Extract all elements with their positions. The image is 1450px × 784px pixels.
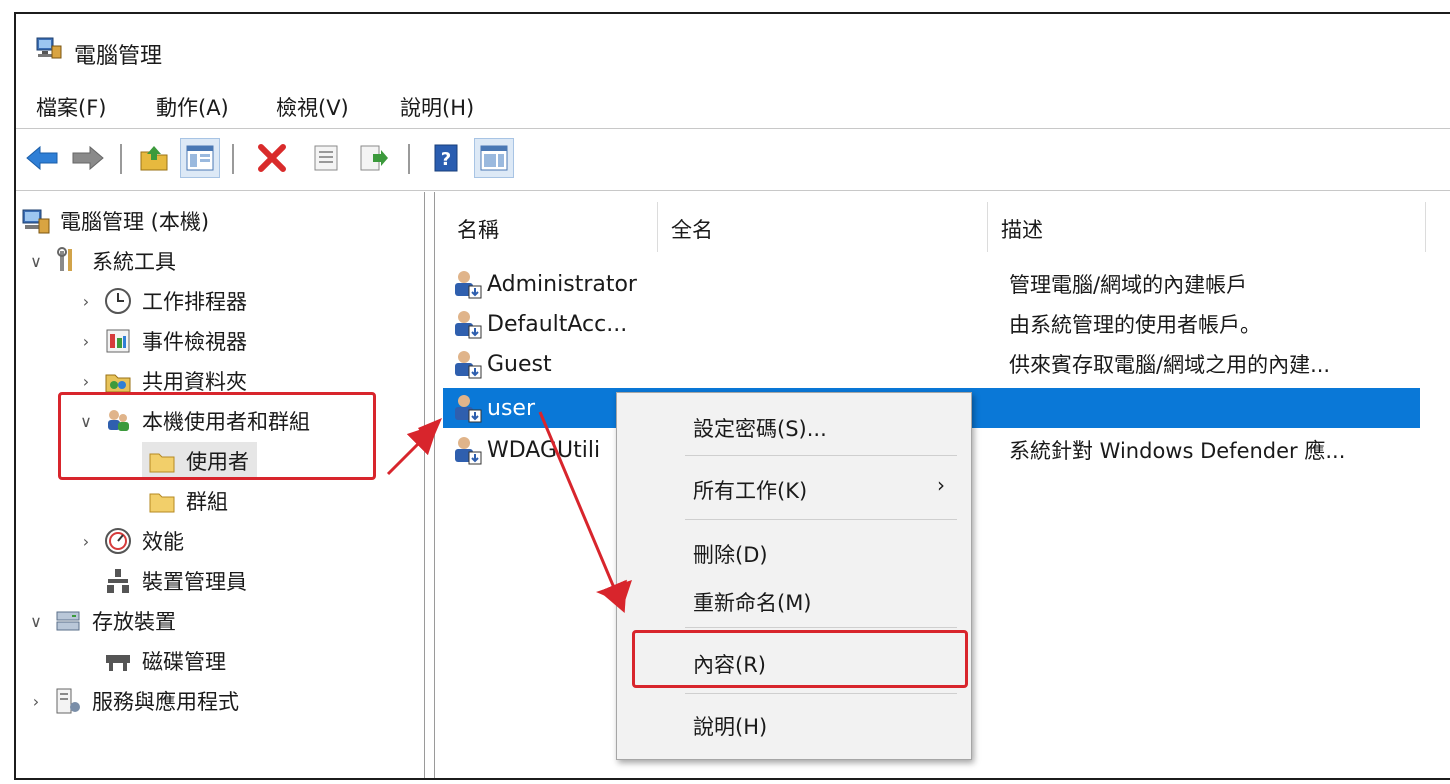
tree-item-storage[interactable]: ∨ 存放裝置 bbox=[26, 602, 176, 640]
menu-help[interactable]: 說明(H) bbox=[396, 90, 478, 124]
shared-folder-icon bbox=[105, 374, 131, 393]
table-row[interactable]: DefaultAcc... 由系統管理的使用者帳戶。 bbox=[443, 304, 1420, 344]
toolbar: ? bbox=[16, 130, 1450, 190]
context-menu: 設定密碼(S)... 所有工作(K) › 刪除(D) 重新命名(M) 內容(R)… bbox=[616, 392, 972, 760]
user-name: DefaultAcc... bbox=[487, 311, 628, 337]
chevron-right-icon[interactable]: › bbox=[76, 532, 96, 551]
chevron-right-icon[interactable]: › bbox=[26, 692, 46, 711]
user-account-icon bbox=[455, 311, 482, 339]
chevron-right-icon[interactable]: › bbox=[76, 332, 96, 351]
tree-item-label: 群組 bbox=[186, 490, 228, 514]
toolbar-separator bbox=[232, 144, 234, 174]
folder-icon bbox=[149, 493, 175, 513]
user-account-icon bbox=[455, 351, 482, 379]
menu-bar: 檔案(F) 動作(A) 檢視(V) 說明(H) bbox=[16, 90, 1450, 124]
console-tree-pane: 電腦管理 (本機) ∨ 系統工具 › 工作排程器 › 事件檢視器 › 共用資料夾… bbox=[16, 192, 425, 778]
disk-management-icon bbox=[106, 655, 130, 671]
device-manager-icon bbox=[107, 569, 129, 593]
menu-item-rename[interactable]: 重新命名(M) bbox=[693, 587, 812, 617]
highlight-box bbox=[632, 630, 968, 688]
tree-item-label: 裝置管理員 bbox=[142, 570, 247, 594]
show-hide-tree-icon[interactable] bbox=[180, 138, 220, 178]
window-title: 電腦管理 bbox=[74, 44, 163, 69]
user-description: 供來賓存取電腦/網域之用的內建... bbox=[1009, 353, 1331, 377]
tree-item-label: 電腦管理 (本機) bbox=[60, 210, 210, 234]
clock-icon bbox=[105, 288, 131, 314]
forward-icon[interactable] bbox=[68, 138, 108, 178]
table-row[interactable]: Administrator 管理電腦/網域的內建帳戶 bbox=[443, 264, 1420, 304]
properties-icon[interactable] bbox=[306, 138, 346, 178]
menu-item-all-tasks[interactable]: 所有工作(K) bbox=[693, 475, 807, 505]
delete-icon[interactable] bbox=[252, 138, 292, 178]
chevron-down-icon[interactable]: ∨ bbox=[26, 612, 46, 631]
computer-management-icon bbox=[22, 209, 50, 234]
column-header-name[interactable]: 名稱 bbox=[457, 214, 499, 244]
menu-separator bbox=[685, 627, 957, 628]
back-icon[interactable] bbox=[22, 138, 62, 178]
column-header-description[interactable]: 描述 bbox=[1001, 214, 1043, 244]
menu-file[interactable]: 檔案(F) bbox=[32, 90, 110, 124]
tree-item-label: 效能 bbox=[142, 530, 184, 554]
user-name: Guest bbox=[487, 351, 552, 377]
toolbar-separator bbox=[120, 144, 122, 174]
menu-item-delete[interactable]: 刪除(D) bbox=[693, 539, 768, 569]
tree-item-label: 磁碟管理 bbox=[142, 650, 226, 674]
tree-item-task-scheduler[interactable]: › 工作排程器 bbox=[76, 282, 247, 320]
export-list-icon[interactable] bbox=[354, 138, 394, 178]
menu-separator bbox=[685, 519, 957, 520]
tree-item-system-tools[interactable]: ∨ 系統工具 bbox=[26, 242, 176, 280]
tree-item-label: 事件檢視器 bbox=[142, 330, 247, 354]
chevron-down-icon[interactable]: ∨ bbox=[26, 252, 46, 271]
user-description: 系統針對 Windows Defender 應... bbox=[1009, 439, 1346, 463]
user-name: WDAGUtili bbox=[487, 437, 601, 463]
user-account-icon bbox=[455, 271, 482, 299]
tree-item-disk-management[interactable]: 磁碟管理 bbox=[104, 642, 226, 680]
column-header-full-name[interactable]: 全名 bbox=[671, 214, 713, 244]
event-viewer-icon bbox=[106, 329, 130, 353]
chevron-right-icon[interactable]: › bbox=[76, 372, 96, 391]
menu-item-help[interactable]: 說明(H) bbox=[693, 711, 767, 741]
user-name: user bbox=[487, 395, 535, 421]
up-folder-icon[interactable] bbox=[134, 138, 174, 178]
toolbar-divider bbox=[16, 190, 1450, 191]
tree-item-label: 系統工具 bbox=[92, 250, 176, 274]
computer-management-icon bbox=[36, 37, 62, 59]
services-icon bbox=[56, 688, 80, 714]
column-divider[interactable] bbox=[1425, 202, 1426, 252]
tree-item-groups[interactable]: 群組 bbox=[148, 482, 228, 520]
menu-item-set-password[interactable]: 設定密碼(S)... bbox=[693, 413, 827, 443]
tools-icon bbox=[57, 247, 72, 271]
tree-item-label: 服務與應用程式 bbox=[92, 690, 239, 714]
column-divider[interactable] bbox=[657, 202, 658, 252]
user-account-icon bbox=[455, 437, 482, 465]
toolbar-separator bbox=[408, 144, 410, 174]
tree-item-device-manager[interactable]: 裝置管理員 bbox=[104, 562, 247, 600]
tree-item-label: 存放裝置 bbox=[92, 610, 176, 634]
performance-icon bbox=[105, 528, 131, 554]
column-divider[interactable] bbox=[987, 202, 988, 252]
tree-item-label: 工作排程器 bbox=[142, 290, 247, 314]
menu-separator bbox=[685, 693, 957, 694]
menu-action[interactable]: 動作(A) bbox=[152, 90, 233, 124]
menubar-divider bbox=[16, 128, 1450, 129]
title-bar: 電腦管理 bbox=[16, 14, 1450, 82]
svg-text:?: ? bbox=[441, 149, 451, 170]
help-icon[interactable]: ? bbox=[426, 138, 466, 178]
menu-view[interactable]: 檢視(V) bbox=[272, 90, 353, 124]
user-description: 由系統管理的使用者帳戶。 bbox=[1009, 313, 1261, 337]
submenu-arrow-icon: › bbox=[937, 473, 945, 497]
user-account-icon bbox=[455, 395, 482, 423]
user-description: 管理電腦/網域的內建帳戶 bbox=[1009, 273, 1248, 297]
highlight-box bbox=[58, 392, 376, 480]
tree-item-event-viewer[interactable]: › 事件檢視器 bbox=[76, 322, 247, 360]
tree-item-services-and-applications[interactable]: › 服務與應用程式 bbox=[26, 682, 239, 720]
tree-item-performance[interactable]: › 效能 bbox=[76, 522, 184, 560]
tree-item-computer-management[interactable]: 電腦管理 (本機) bbox=[22, 202, 209, 240]
user-name: Administrator bbox=[487, 271, 637, 297]
table-row[interactable]: Guest 供來賓存取電腦/網域之用的內建... bbox=[443, 344, 1420, 384]
storage-icon bbox=[56, 611, 80, 631]
chevron-right-icon[interactable]: › bbox=[76, 292, 96, 311]
menu-separator bbox=[685, 455, 957, 456]
show-hide-action-pane-icon[interactable] bbox=[474, 138, 514, 178]
